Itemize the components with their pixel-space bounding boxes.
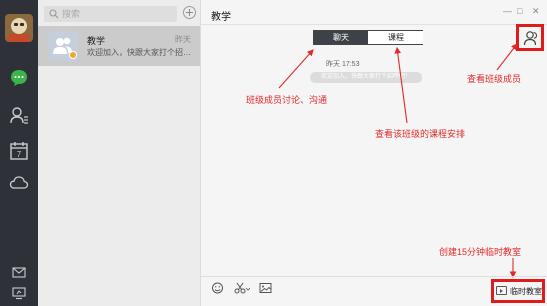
screen-icon[interactable] xyxy=(12,286,26,300)
temp-classroom-button[interactable]: 临时教室 xyxy=(491,279,545,303)
annotation-discuss: 班级成员讨论、沟通 xyxy=(246,95,328,105)
conversation-list: 教学 昨天 欢迎加入，快跟大家打个招呼吧！ xyxy=(38,0,201,306)
contacts-icon[interactable] xyxy=(9,105,29,125)
annotation-arrows xyxy=(278,43,518,279)
arrow-members xyxy=(496,43,518,71)
calendar-icon[interactable]: 7 xyxy=(9,141,29,161)
chat-panel: 教学 — □ ✕ 聊天 课程 昨天 17:53 欢迎加入，快跟大家打个招呼吧！ xyxy=(201,0,547,306)
avatar[interactable] xyxy=(5,14,33,42)
search-input[interactable] xyxy=(62,6,172,22)
conversation-name: 教学 xyxy=(87,36,106,46)
search-box[interactable] xyxy=(44,6,177,22)
annotation-members: 查看班级成员 xyxy=(467,74,522,84)
classroom-icon xyxy=(496,286,507,295)
sidebar-nav: 7 xyxy=(0,0,38,306)
annotation-classroom: 创建15分钟临时教室 xyxy=(439,247,522,257)
conversation-preview: 欢迎加入，快跟大家打个招呼吧！ xyxy=(87,48,197,57)
add-button[interactable] xyxy=(183,6,196,19)
annotation-course: 查看该班级的课程安排 xyxy=(375,129,466,139)
classroom-label: 临时教室 xyxy=(510,287,542,296)
chat-icon[interactable] xyxy=(9,68,29,88)
arrow-course xyxy=(394,46,408,124)
composer-divider xyxy=(201,276,547,277)
app-window: 7 搜索 教学 昨天 欢迎加入，快跟大家打个招呼吧！ 教学 — □ ✕ 聊天 课… xyxy=(0,0,547,306)
cloud-icon[interactable] xyxy=(9,173,29,193)
arrow-discuss xyxy=(278,49,314,89)
status-badge xyxy=(69,51,77,59)
emoji-icon[interactable] xyxy=(211,282,224,294)
image-icon[interactable] xyxy=(259,282,272,294)
conversation-time: 昨天 xyxy=(175,35,191,44)
search-icon xyxy=(49,9,59,19)
calendar-day: 7 xyxy=(17,150,22,159)
mail-icon[interactable] xyxy=(12,265,26,279)
list-item[interactable]: 教学 昨天 欢迎加入，快跟大家打个招呼吧！ xyxy=(38,26,200,66)
screenshot-icon[interactable] xyxy=(234,282,250,294)
